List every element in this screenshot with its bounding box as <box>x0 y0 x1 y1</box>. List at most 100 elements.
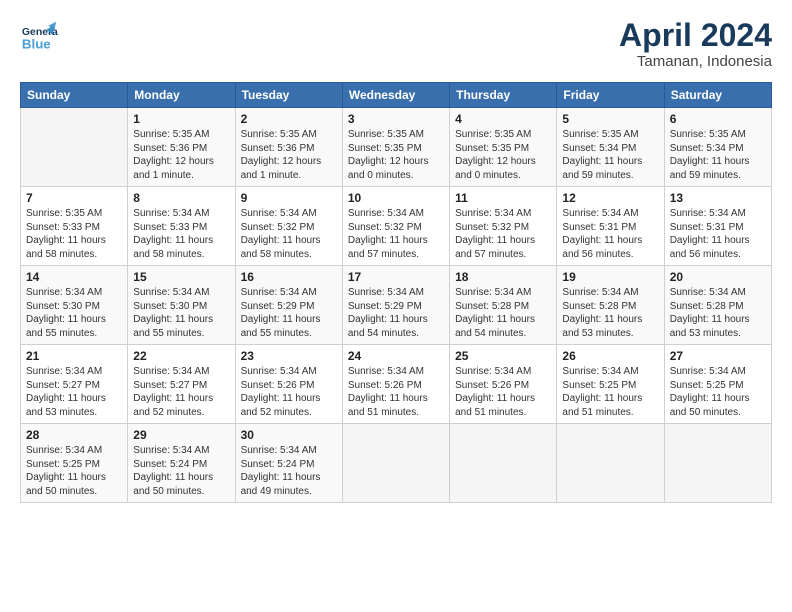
day-info: Sunrise: 5:34 AMSunset: 5:30 PMDaylight:… <box>26 286 122 340</box>
day-number: 22 <box>133 349 229 363</box>
day-info: Sunrise: 5:34 AMSunset: 5:29 PMDaylight:… <box>348 286 444 340</box>
day-info: Sunrise: 5:35 AMSunset: 5:36 PMDaylight:… <box>241 128 337 182</box>
calendar-cell: 15 Sunrise: 5:34 AMSunset: 5:30 PMDayligh… <box>128 266 235 345</box>
day-info: Sunrise: 5:34 AMSunset: 5:32 PMDaylight:… <box>348 207 444 261</box>
calendar-table: SundayMondayTuesdayWednesdayThursdayFrid… <box>20 82 772 503</box>
calendar-cell: 9 Sunrise: 5:34 AMSunset: 5:32 PMDaylight… <box>235 187 342 266</box>
day-number: 4 <box>455 112 551 126</box>
day-info: Sunrise: 5:35 AMSunset: 5:33 PMDaylight:… <box>26 207 122 261</box>
calendar-cell: 11 Sunrise: 5:34 AMSunset: 5:32 PMDayligh… <box>450 187 557 266</box>
calendar-cell: 20Sunrise: 5:34 AMSunset: 5:28 PMDayligh… <box>664 266 771 345</box>
day-number: 18 <box>455 270 551 284</box>
day-number: 10 <box>348 191 444 205</box>
day-number: 3 <box>348 112 444 126</box>
day-number: 6 <box>670 112 766 126</box>
day-info: Sunrise: 5:35 AMSunset: 5:34 PMDaylight:… <box>562 128 658 182</box>
day-info: Sunrise: 5:34 AMSunset: 5:28 PMDaylight:… <box>455 286 551 340</box>
day-number: 13 <box>670 191 766 205</box>
day-number: 14 <box>26 270 122 284</box>
calendar-cell: 3 Sunrise: 5:35 AMSunset: 5:35 PMDaylight… <box>342 108 449 187</box>
calendar-cell <box>450 424 557 503</box>
calendar-body: 1Sunrise: 5:35 AMSunset: 5:36 PMDaylight… <box>21 108 772 503</box>
weekday-header-sunday: Sunday <box>21 83 128 108</box>
day-info: Sunrise: 5:34 AMSunset: 5:27 PMDaylight:… <box>26 365 122 419</box>
day-number: 15 <box>133 270 229 284</box>
day-info: Sunrise: 5:34 AMSunset: 5:26 PMDaylight:… <box>348 365 444 419</box>
calendar-cell: 16 Sunrise: 5:34 AMSunset: 5:29 PMDayligh… <box>235 266 342 345</box>
weekday-header-tuesday: Tuesday <box>235 83 342 108</box>
calendar-cell: 17Sunrise: 5:34 AMSunset: 5:29 PMDayligh… <box>342 266 449 345</box>
day-number: 7 <box>26 191 122 205</box>
day-number: 21 <box>26 349 122 363</box>
weekday-header-monday: Monday <box>128 83 235 108</box>
week-row-4: 21 Sunrise: 5:34 AMSunset: 5:27 PMDayligh… <box>21 345 772 424</box>
day-info: Sunrise: 5:34 AMSunset: 5:30 PMDaylight:… <box>133 286 229 340</box>
day-info: Sunrise: 5:34 AMSunset: 5:27 PMDaylight:… <box>133 365 229 419</box>
calendar-cell: 27 Sunrise: 5:34 AMSunset: 5:25 PMDayligh… <box>664 345 771 424</box>
day-info: Sunrise: 5:34 AMSunset: 5:32 PMDaylight:… <box>241 207 337 261</box>
day-number: 25 <box>455 349 551 363</box>
weekday-header-row: SundayMondayTuesdayWednesdayThursdayFrid… <box>21 83 772 108</box>
day-info: Sunrise: 5:34 AMSunset: 5:28 PMDaylight:… <box>562 286 658 340</box>
calendar-cell: 8 Sunrise: 5:34 AMSunset: 5:33 PMDaylight… <box>128 187 235 266</box>
calendar-cell: 6 Sunrise: 5:35 AMSunset: 5:34 PMDaylight… <box>664 108 771 187</box>
day-info: Sunrise: 5:34 AMSunset: 5:28 PMDaylight:… <box>670 286 766 340</box>
day-info: Sunrise: 5:35 AMSunset: 5:35 PMDaylight:… <box>348 128 444 182</box>
day-number: 23 <box>241 349 337 363</box>
calendar-title: April 2024 <box>619 18 772 53</box>
calendar-cell: 21 Sunrise: 5:34 AMSunset: 5:27 PMDayligh… <box>21 345 128 424</box>
weekday-header-wednesday: Wednesday <box>342 83 449 108</box>
calendar-cell: 7 Sunrise: 5:35 AMSunset: 5:33 PMDaylight… <box>21 187 128 266</box>
day-info: Sunrise: 5:34 AMSunset: 5:25 PMDaylight:… <box>670 365 766 419</box>
day-number: 27 <box>670 349 766 363</box>
calendar-cell: 18 Sunrise: 5:34 AMSunset: 5:28 PMDayligh… <box>450 266 557 345</box>
calendar-cell: 1Sunrise: 5:35 AMSunset: 5:36 PMDaylight… <box>128 108 235 187</box>
logo: General Blue <box>20 18 58 56</box>
header: General Blue April 2024 Tamanan, Indones… <box>20 18 772 70</box>
calendar-cell: 30Sunrise: 5:34 AMSunset: 5:24 PMDayligh… <box>235 424 342 503</box>
title-block: April 2024 Tamanan, Indonesia <box>619 18 772 70</box>
day-info: Sunrise: 5:34 AMSunset: 5:26 PMDaylight:… <box>241 365 337 419</box>
calendar-cell: 12Sunrise: 5:34 AMSunset: 5:31 PMDayligh… <box>557 187 664 266</box>
svg-text:Blue: Blue <box>22 36 51 51</box>
calendar-cell: 25 Sunrise: 5:34 AMSunset: 5:26 PMDayligh… <box>450 345 557 424</box>
day-number: 9 <box>241 191 337 205</box>
calendar-cell: 14 Sunrise: 5:34 AMSunset: 5:30 PMDayligh… <box>21 266 128 345</box>
day-info: Sunrise: 5:34 AMSunset: 5:26 PMDaylight:… <box>455 365 551 419</box>
calendar-cell: 24Sunrise: 5:34 AMSunset: 5:26 PMDayligh… <box>342 345 449 424</box>
calendar-cell: 5 Sunrise: 5:35 AMSunset: 5:34 PMDaylight… <box>557 108 664 187</box>
day-number: 28 <box>26 428 122 442</box>
day-info: Sunrise: 5:34 AMSunset: 5:33 PMDaylight:… <box>133 207 229 261</box>
day-info: Sunrise: 5:34 AMSunset: 5:24 PMDaylight:… <box>133 444 229 498</box>
calendar-cell: 23 Sunrise: 5:34 AMSunset: 5:26 PMDayligh… <box>235 345 342 424</box>
calendar-cell <box>342 424 449 503</box>
calendar-cell <box>21 108 128 187</box>
calendar-cell: 29Sunrise: 5:34 AMSunset: 5:24 PMDayligh… <box>128 424 235 503</box>
weekday-header-saturday: Saturday <box>664 83 771 108</box>
day-info: Sunrise: 5:34 AMSunset: 5:31 PMDaylight:… <box>562 207 658 261</box>
calendar-cell: 28 Sunrise: 5:34 AMSunset: 5:25 PMDayligh… <box>21 424 128 503</box>
day-number: 16 <box>241 270 337 284</box>
weekday-header-friday: Friday <box>557 83 664 108</box>
day-number: 26 <box>562 349 658 363</box>
calendar-cell: 26Sunrise: 5:34 AMSunset: 5:25 PMDayligh… <box>557 345 664 424</box>
day-info: Sunrise: 5:34 AMSunset: 5:29 PMDaylight:… <box>241 286 337 340</box>
calendar-cell: 13Sunrise: 5:34 AMSunset: 5:31 PMDayligh… <box>664 187 771 266</box>
day-number: 2 <box>241 112 337 126</box>
calendar-subtitle: Tamanan, Indonesia <box>619 53 772 70</box>
calendar-cell: 4Sunrise: 5:35 AMSunset: 5:35 PMDaylight… <box>450 108 557 187</box>
day-number: 8 <box>133 191 229 205</box>
day-info: Sunrise: 5:34 AMSunset: 5:24 PMDaylight:… <box>241 444 337 498</box>
page: General Blue April 2024 Tamanan, Indones… <box>0 0 792 612</box>
day-info: Sunrise: 5:35 AMSunset: 5:36 PMDaylight:… <box>133 128 229 182</box>
calendar-cell: 19Sunrise: 5:34 AMSunset: 5:28 PMDayligh… <box>557 266 664 345</box>
calendar-cell: 2 Sunrise: 5:35 AMSunset: 5:36 PMDaylight… <box>235 108 342 187</box>
day-info: Sunrise: 5:34 AMSunset: 5:25 PMDaylight:… <box>26 444 122 498</box>
day-number: 5 <box>562 112 658 126</box>
day-number: 11 <box>455 191 551 205</box>
weekday-header-thursday: Thursday <box>450 83 557 108</box>
day-info: Sunrise: 5:34 AMSunset: 5:32 PMDaylight:… <box>455 207 551 261</box>
week-row-1: 1Sunrise: 5:35 AMSunset: 5:36 PMDaylight… <box>21 108 772 187</box>
day-info: Sunrise: 5:35 AMSunset: 5:34 PMDaylight:… <box>670 128 766 182</box>
week-row-2: 7 Sunrise: 5:35 AMSunset: 5:33 PMDaylight… <box>21 187 772 266</box>
